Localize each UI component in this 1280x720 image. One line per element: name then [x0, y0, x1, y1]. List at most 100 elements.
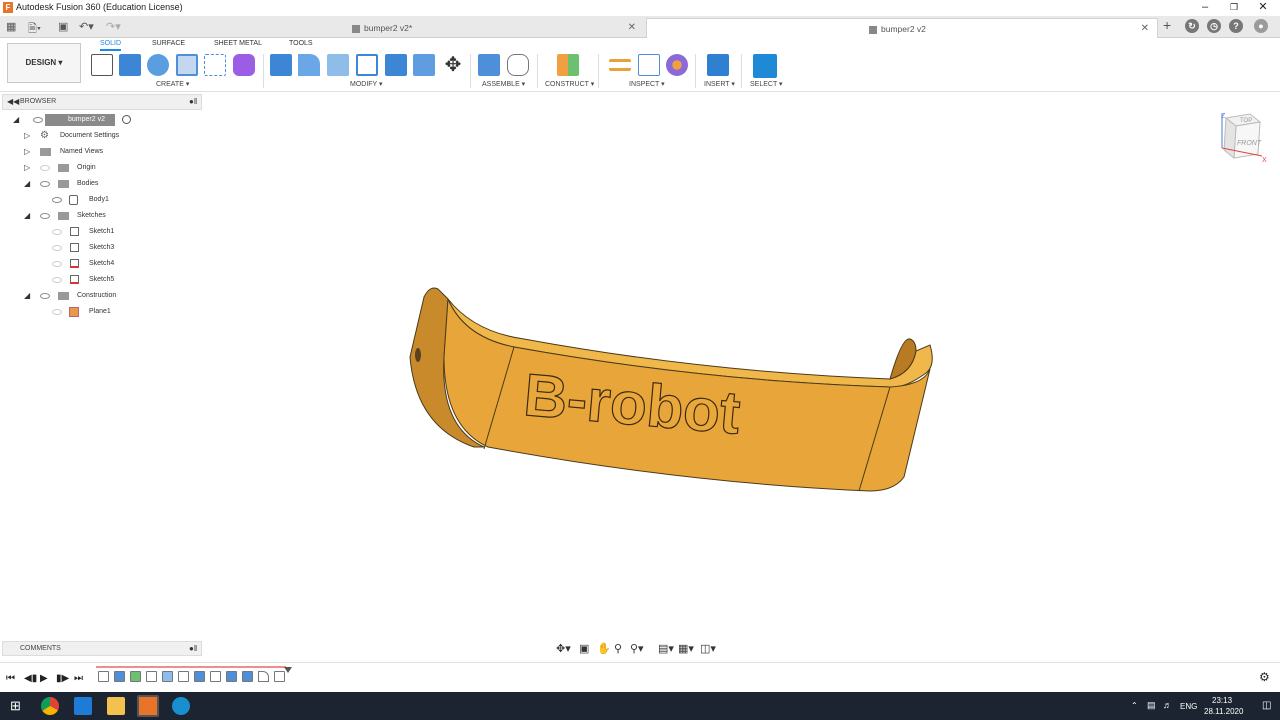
expanded-triangle-icon[interactable]: ◢ — [13, 113, 19, 127]
step-forward-icon[interactable]: ▮▶ — [56, 673, 69, 684]
tree-sketches[interactable]: ◢ Sketches — [24, 209, 194, 223]
tab-tools[interactable]: TOOLS — [289, 40, 313, 47]
rectangular-pattern-icon[interactable] — [204, 54, 226, 76]
timeline-sketch-icon[interactable] — [146, 671, 157, 682]
display-component-colors-icon[interactable] — [666, 54, 688, 76]
expanded-triangle-icon[interactable]: ◢ — [24, 289, 30, 303]
visibility-eye-icon[interactable] — [33, 117, 43, 123]
visibility-eye-icon[interactable] — [40, 213, 50, 219]
combine-icon[interactable] — [385, 54, 407, 76]
timeline-extrude-icon[interactable] — [242, 671, 253, 682]
extensions-icon[interactable]: ↻ — [1185, 19, 1199, 33]
close-tab-icon[interactable]: ✕ — [1141, 19, 1149, 39]
measure-icon[interactable] — [609, 59, 631, 71]
new-component-icon[interactable] — [478, 54, 500, 76]
visibility-eye-icon[interactable] — [52, 229, 62, 235]
select-icon[interactable] — [753, 54, 777, 78]
timeline-feature-icon[interactable] — [274, 671, 285, 682]
play-icon[interactable]: ▶ — [40, 673, 48, 684]
step-back-icon[interactable]: ◀▮ — [24, 673, 37, 684]
timeline-extrude-icon[interactable] — [114, 671, 125, 682]
close-icon[interactable]: ✕ — [1253, 1, 1273, 15]
grid-icon[interactable]: ▦▾ — [678, 642, 694, 655]
comments-panel[interactable]: COMMENTS ●‖ — [2, 641, 202, 656]
tab-solid[interactable]: SOLID — [100, 40, 122, 51]
visibility-eye-icon[interactable] — [52, 277, 62, 283]
browser-panel-header[interactable]: ◀◀ BROWSER ●‖ — [2, 94, 202, 110]
pin-icon[interactable]: ●‖ — [189, 97, 197, 106]
collapsed-triangle-icon[interactable]: ▷ — [24, 161, 30, 175]
notifications-icon[interactable]: ◫ — [1262, 700, 1271, 711]
comments-add-icon[interactable]: ●‖ — [189, 644, 197, 653]
interference-icon[interactable] — [638, 54, 660, 76]
create-sketch-icon[interactable] — [91, 54, 113, 76]
orbit-icon[interactable]: ✥▾ — [556, 642, 571, 655]
modify-menu[interactable]: MODIFY ▾ — [350, 80, 383, 88]
data-panel-icon[interactable]: ▦ — [6, 20, 16, 33]
activate-radio-icon[interactable] — [122, 115, 131, 124]
tab-bumper2-v2[interactable]: bumper2 v2 ✕ — [646, 18, 1158, 38]
fit-icon[interactable]: ⚲▾ — [630, 642, 644, 655]
visibility-eye-icon[interactable] — [40, 165, 50, 171]
job-status-icon[interactable]: ◷ — [1207, 19, 1221, 33]
help-icon[interactable]: ? — [1229, 19, 1243, 33]
view-cube[interactable]: TOP FRONT Z X — [1212, 108, 1274, 168]
timeline-marker-icon[interactable] — [284, 667, 292, 673]
tree-bodies[interactable]: ◢ Bodies — [24, 177, 194, 191]
joint-icon[interactable] — [507, 54, 529, 76]
tree-plane1[interactable]: Plane1 — [52, 305, 192, 319]
clock-time[interactable]: 23:13 — [1212, 696, 1232, 705]
tree-body1[interactable]: Body1 — [52, 193, 192, 207]
offset-plane-icon[interactable] — [557, 54, 579, 76]
expanded-triangle-icon[interactable]: ◢ — [24, 209, 30, 223]
timeline-fillet-icon[interactable] — [258, 671, 269, 682]
zoom-icon[interactable]: ⚲ — [614, 642, 622, 655]
volume-icon[interactable]: ♬ — [1163, 700, 1172, 710]
hole-icon[interactable] — [176, 54, 198, 76]
collapsed-triangle-icon[interactable]: ▷ — [24, 129, 30, 143]
construct-menu[interactable]: CONSTRUCT ▾ — [545, 80, 594, 88]
close-tab-icon[interactable]: ✕ — [628, 18, 636, 38]
tab-sheet-metal[interactable]: SHEET METAL — [214, 40, 262, 47]
insert-image-icon[interactable] — [707, 54, 729, 76]
mail-icon[interactable] — [74, 697, 92, 715]
inspect-menu[interactable]: INSPECT ▾ — [629, 80, 665, 88]
go-to-end-icon[interactable]: ⏭ — [74, 673, 83, 684]
create-menu[interactable]: CREATE ▾ — [156, 80, 189, 88]
chamfer-icon[interactable] — [327, 54, 349, 76]
insert-menu[interactable]: INSERT ▾ — [704, 80, 735, 88]
form-icon[interactable] — [233, 54, 255, 76]
tree-construction[interactable]: ◢ Construction — [24, 289, 194, 303]
timeline-plane-icon[interactable] — [130, 671, 141, 682]
visibility-eye-icon[interactable] — [40, 293, 50, 299]
press-pull-icon[interactable] — [270, 54, 292, 76]
timeline-sketch-icon[interactable] — [178, 671, 189, 682]
tree-sketch1[interactable]: Sketch1 — [52, 225, 192, 239]
tree-sketch4[interactable]: Sketch4 — [52, 257, 192, 271]
user-avatar-icon[interactable]: ● — [1254, 19, 1268, 33]
collapsed-triangle-icon[interactable]: ▷ — [24, 145, 30, 159]
expanded-triangle-icon[interactable]: ◢ — [24, 177, 30, 191]
fusion-taskbar-icon[interactable] — [137, 695, 159, 717]
display-settings-icon[interactable]: ▤▾ — [658, 642, 674, 655]
select-menu[interactable]: SELECT ▾ — [750, 80, 783, 88]
tree-document-settings[interactable]: ▷ ⚙ Document Settings — [24, 129, 194, 143]
undo-icon[interactable]: ↶▾ — [79, 20, 94, 33]
bumper-body-model[interactable]: B-robot — [404, 277, 944, 507]
move-copy-icon[interactable]: ✥ — [442, 54, 464, 76]
tree-origin[interactable]: ▷ Origin — [24, 161, 194, 175]
language-indicator[interactable]: ENG — [1180, 702, 1197, 711]
visibility-eye-icon[interactable] — [52, 309, 62, 315]
tree-sketch5[interactable]: Sketch5 — [52, 273, 192, 287]
timeline-extrude-icon[interactable] — [226, 671, 237, 682]
network-icon[interactable]: ▤ — [1147, 700, 1156, 711]
timeline-sketch-icon[interactable] — [98, 671, 109, 682]
timeline-fillet-icon[interactable] — [162, 671, 173, 682]
save-icon[interactable]: ▣ — [58, 20, 68, 33]
pan-icon[interactable]: ✋ — [597, 642, 611, 655]
tray-chevron-icon[interactable]: ⌃ — [1131, 701, 1138, 710]
timeline-sketch-icon[interactable] — [210, 671, 221, 682]
visibility-eye-icon[interactable] — [52, 197, 62, 203]
collapse-panel-icon[interactable]: ◀◀ — [7, 97, 19, 106]
tree-named-views[interactable]: ▷ Named Views — [24, 145, 194, 159]
